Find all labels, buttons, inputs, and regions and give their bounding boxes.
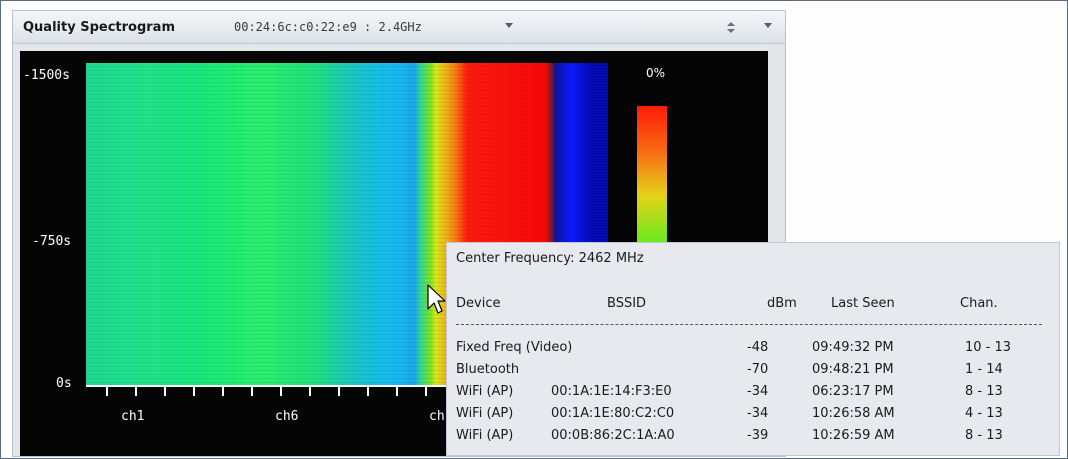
column-header-last-seen: Last Seen: [831, 296, 895, 311]
x-axis-tick: [396, 387, 398, 396]
frequency-tooltip: Center Frequency: 2462 MHz Device BSSID …: [446, 242, 1060, 456]
x-axis-label: ch6: [275, 409, 299, 424]
x-axis-tick: [338, 387, 340, 396]
x-axis-tick: [135, 387, 137, 396]
x-axis-tick: [222, 387, 224, 396]
dbm-cell: -34: [747, 384, 769, 399]
radio-selector[interactable]: 00:24:6c:c0:22:e9 : 2.4GHz: [234, 20, 422, 34]
column-header-device: Device: [456, 296, 501, 311]
column-header-dbm: dBm: [767, 296, 797, 311]
device-cell: WiFi (AP): [456, 406, 514, 421]
x-axis-tick: [251, 387, 253, 396]
bssid-cell: 00:1A:1E:80:C2:C0: [551, 406, 675, 421]
x-axis-tick: [280, 387, 282, 396]
panel-title: Quality Spectrogram: [23, 20, 175, 35]
x-axis-tick: [193, 387, 195, 396]
bssid-cell: 00:0B:86:2C:1A:A0: [551, 428, 675, 443]
y-axis-label: 0s: [56, 376, 72, 391]
column-header-chan: Chan.: [960, 296, 998, 311]
last-seen-cell: 10:26:59 AM: [812, 428, 895, 443]
chan-cell: 8 - 13: [965, 384, 1003, 399]
device-cell: WiFi (AP): [456, 384, 514, 399]
device-cell: WiFi (AP): [456, 428, 514, 443]
dbm-cell: -39: [747, 428, 769, 443]
panel-header: Quality Spectrogram 00:24:6c:c0:22:e9 : …: [13, 11, 785, 44]
panel-menu-chevron-down-icon[interactable]: [764, 23, 772, 28]
last-seen-cell: 10:26:58 AM: [812, 406, 895, 421]
chan-cell: 4 - 13: [965, 406, 1003, 421]
x-axis-tick: [164, 387, 166, 396]
dbm-cell: -34: [747, 406, 769, 421]
chan-cell: 8 - 13: [965, 428, 1003, 443]
chevron-down-icon[interactable]: [505, 23, 513, 28]
chan-cell: 1 - 14: [965, 362, 1003, 377]
x-axis-tick: [106, 387, 108, 396]
device-cell: Fixed Freq (Video): [456, 340, 573, 355]
sort-icon[interactable]: [726, 22, 736, 34]
device-cell: Bluetooth: [456, 362, 520, 377]
y-axis-label: -750s: [32, 234, 72, 249]
table-divider: [456, 324, 1042, 325]
legend-label: 0%: [646, 66, 666, 80]
arrow-cursor-icon: [427, 284, 446, 314]
tooltip-title: Center Frequency: 2462 MHz: [456, 251, 644, 266]
bssid-cell: 00:1A:1E:14:F3:E0: [551, 384, 672, 399]
chan-cell: 10 - 13: [965, 340, 1012, 355]
x-axis-tick: [309, 387, 311, 396]
last-seen-cell: 09:48:21 PM: [812, 362, 894, 377]
dbm-cell: -70: [747, 362, 769, 377]
y-axis-label: -1500s: [23, 68, 70, 83]
x-axis-tick: [367, 387, 369, 396]
x-axis-label: ch1: [121, 409, 145, 424]
column-header-bssid: BSSID: [607, 296, 647, 311]
last-seen-cell: 06:23:17 PM: [812, 384, 894, 399]
dbm-cell: -48: [747, 340, 769, 355]
x-axis-tick: [425, 387, 427, 396]
last-seen-cell: 09:49:32 PM: [812, 340, 894, 355]
